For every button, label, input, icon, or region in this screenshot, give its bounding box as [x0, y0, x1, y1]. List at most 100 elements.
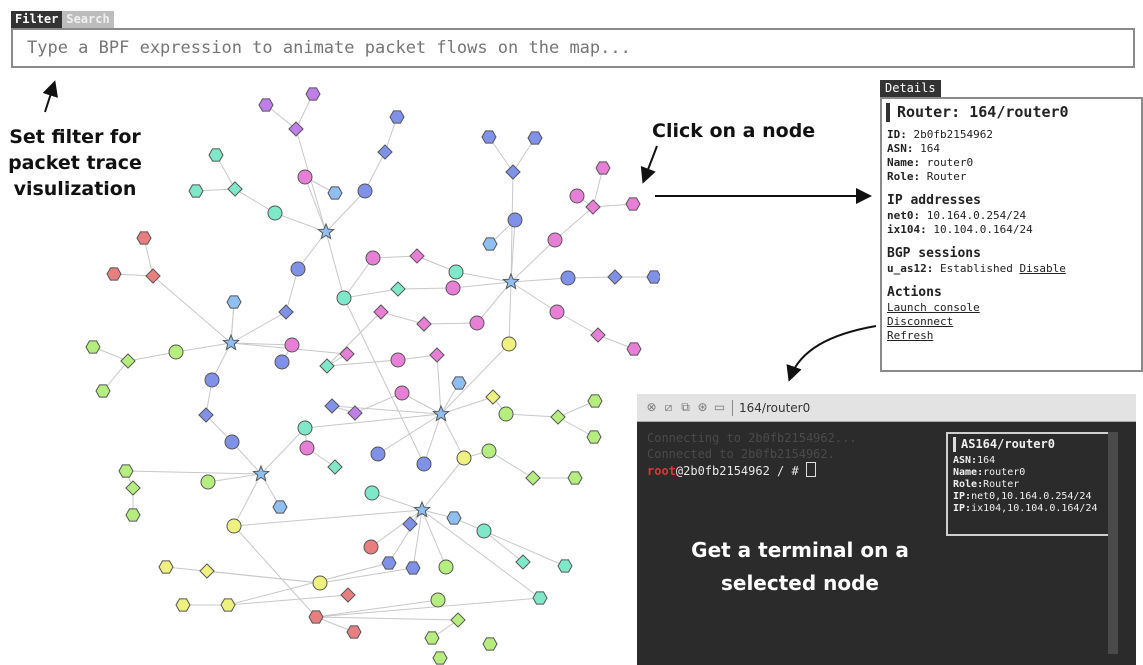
router-node[interactable] — [85, 340, 101, 354]
router-node[interactable] — [272, 500, 288, 514]
host-node[interactable] — [438, 559, 454, 575]
host-node[interactable] — [549, 304, 565, 320]
router-node[interactable] — [625, 197, 641, 211]
host-node[interactable] — [168, 344, 184, 360]
switch-node[interactable] — [402, 516, 418, 532]
host-node[interactable] — [363, 539, 379, 555]
switch-node[interactable] — [125, 480, 141, 496]
host-node[interactable] — [430, 592, 446, 608]
switch-node[interactable] — [327, 459, 343, 475]
switch-node[interactable] — [429, 347, 445, 363]
router-node[interactable] — [95, 384, 111, 398]
host-node[interactable] — [357, 183, 373, 199]
switch-node[interactable] — [377, 144, 393, 160]
host-node[interactable] — [312, 575, 328, 591]
terminal-window[interactable]: ⊗ ⧄ ⧉ ⊛ ▭ 164/router0 Connecting to 2b0f… — [637, 394, 1136, 665]
router-node[interactable] — [208, 148, 224, 162]
router-node[interactable] — [305, 87, 321, 101]
reconnect-icon[interactable]: ⊛ — [696, 401, 709, 414]
host-node[interactable] — [297, 420, 313, 436]
host-node[interactable] — [365, 250, 381, 266]
tab-filter[interactable]: Filter — [11, 11, 63, 28]
host-node[interactable] — [267, 205, 283, 221]
host-node[interactable] — [476, 523, 492, 539]
router-node[interactable] — [451, 376, 467, 390]
router-node[interactable] — [532, 591, 548, 605]
host-node[interactable] — [456, 450, 472, 466]
minimize-icon[interactable]: ⧄ — [662, 401, 675, 414]
switch-node[interactable] — [450, 612, 466, 628]
switch-node[interactable] — [550, 409, 566, 425]
refresh-link[interactable]: Refresh — [887, 329, 933, 342]
switch-node[interactable] — [340, 587, 356, 603]
router-node[interactable] — [125, 508, 141, 522]
switch-node[interactable] — [515, 554, 531, 570]
launch-console-link[interactable]: Launch console — [887, 301, 980, 314]
switch-node[interactable] — [288, 121, 304, 137]
host-node[interactable] — [416, 456, 432, 472]
router-node[interactable] — [446, 511, 462, 525]
router-node[interactable] — [118, 464, 134, 478]
switch-node[interactable] — [339, 346, 355, 362]
switch-node[interactable] — [278, 304, 294, 320]
router-node[interactable] — [405, 561, 421, 575]
router-node[interactable] — [482, 637, 498, 651]
host-node[interactable] — [569, 188, 585, 204]
host-node[interactable] — [560, 270, 576, 286]
router-node[interactable] — [646, 270, 660, 284]
switch-node[interactable] — [485, 389, 501, 405]
router-node[interactable] — [527, 131, 543, 145]
bgp-disable-link[interactable]: Disable — [1019, 262, 1065, 275]
host-node[interactable] — [200, 474, 216, 490]
host-node[interactable] — [390, 352, 406, 368]
router-node[interactable] — [481, 130, 497, 144]
switch-node[interactable] — [590, 327, 606, 343]
router-node[interactable] — [587, 394, 603, 408]
router-node[interactable] — [220, 598, 236, 612]
terminal-scrollbar[interactable] — [1108, 432, 1118, 654]
host-node[interactable] — [469, 315, 485, 331]
router-node[interactable] — [226, 295, 242, 309]
switch-node[interactable] — [199, 563, 215, 579]
host-node[interactable] — [481, 443, 497, 459]
switch-node[interactable] — [390, 281, 406, 297]
router-node[interactable] — [106, 267, 122, 281]
router-node[interactable] — [327, 186, 343, 200]
host-node[interactable] — [297, 169, 313, 185]
network-map[interactable] — [0, 80, 660, 665]
host-node[interactable] — [336, 290, 352, 306]
host-node[interactable] — [498, 406, 514, 422]
host-node[interactable] — [364, 485, 380, 501]
router-node[interactable] — [381, 556, 397, 570]
router-node[interactable] — [188, 184, 204, 198]
switch-node[interactable] — [409, 248, 425, 264]
router-node[interactable] — [258, 98, 274, 112]
router-node[interactable] — [346, 625, 362, 639]
close-icon[interactable]: ⊗ — [645, 401, 658, 414]
switch-node[interactable] — [145, 268, 161, 284]
router-node[interactable] — [136, 231, 152, 245]
bpf-filter-input[interactable] — [11, 28, 1135, 68]
host-node[interactable] — [284, 337, 300, 353]
host-node[interactable] — [224, 434, 240, 450]
switch-node[interactable] — [120, 353, 136, 369]
switch-node[interactable] — [607, 269, 623, 285]
host-node[interactable] — [507, 212, 523, 228]
host-node[interactable] — [226, 518, 242, 534]
switch-node[interactable] — [505, 164, 521, 180]
router-node[interactable] — [626, 342, 642, 356]
router-node[interactable] — [389, 110, 405, 124]
host-node[interactable] — [394, 385, 410, 401]
host-node[interactable] — [501, 336, 517, 352]
switch-node[interactable] — [416, 316, 432, 332]
host-node[interactable] — [204, 372, 220, 388]
tab-search[interactable]: Search — [62, 11, 114, 28]
router-node[interactable] — [482, 237, 498, 251]
host-node[interactable] — [445, 280, 461, 296]
popout-icon[interactable]: ⧉ — [679, 401, 692, 414]
router-node[interactable] — [424, 631, 440, 645]
router-node[interactable] — [158, 560, 174, 574]
host-node[interactable] — [448, 264, 464, 280]
switch-node[interactable] — [525, 470, 541, 486]
host-node[interactable] — [299, 440, 315, 456]
